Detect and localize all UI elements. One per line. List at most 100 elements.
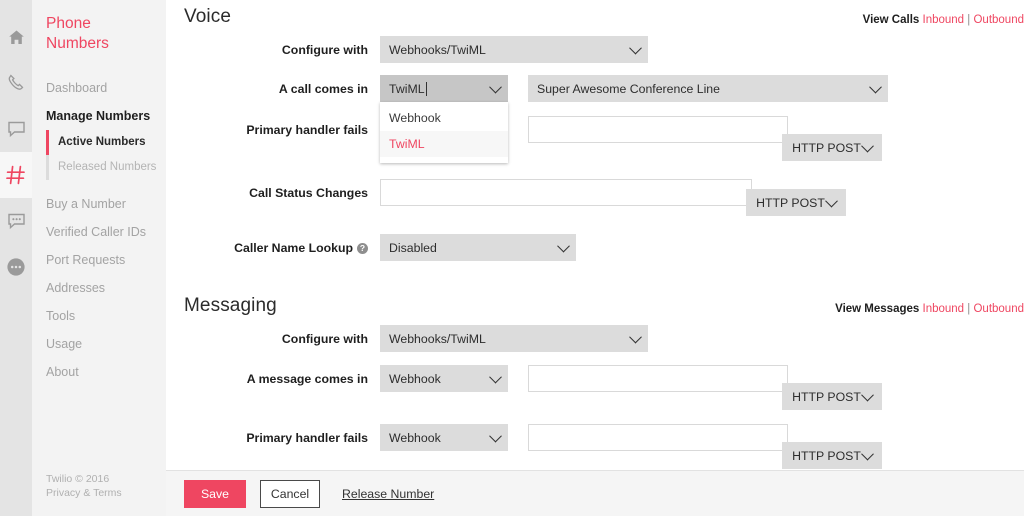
- voice-primary-handler-row: Primary handler fails Webhook HTTP POST: [184, 116, 1024, 161]
- chevron-down-icon: [557, 239, 570, 252]
- app-root: Phone Numbers Dashboard Manage Numbers A…: [0, 0, 1024, 516]
- sidebar-item-verified-caller-ids[interactable]: Verified Caller IDs: [46, 218, 166, 246]
- messaging-message-comes-in-label: A message comes in: [246, 372, 368, 386]
- messaging-primary-handler-row: Primary handler fails Webhook HTTP POST: [184, 424, 1024, 469]
- messaging-message-method-value: HTTP POST: [792, 389, 861, 404]
- voice-primary-handler-method-select[interactable]: HTTP POST: [782, 134, 882, 161]
- nav-divider: [46, 180, 166, 190]
- chevron-down-icon: [825, 194, 838, 207]
- chevron-down-icon: [629, 41, 642, 54]
- chevron-down-icon: [869, 80, 882, 93]
- main-content: Voice View Calls Inbound | Outbound Conf…: [166, 0, 1024, 469]
- voice-call-status-fields: HTTP POST: [380, 179, 846, 216]
- voice-call-handler-value: TwiML: [389, 81, 425, 96]
- messaging-section-header: Messaging View Messages Inbound | Outbou…: [184, 295, 1024, 317]
- messaging-configure-with-fields: Webhooks/TwiML: [380, 325, 648, 352]
- voice-cnam-label-text: Caller Name Lookup: [234, 241, 353, 255]
- voice-cnam-label: Caller Name Lookup?: [184, 234, 380, 256]
- sidebar-item-active-numbers[interactable]: Active Numbers: [46, 130, 166, 155]
- voice-inbound-link[interactable]: Inbound: [923, 14, 965, 26]
- sidebar-footer: Twilio © 2016 Privacy & Terms: [46, 472, 122, 500]
- text-cursor: [425, 81, 427, 96]
- messaging-outbound-link[interactable]: Outbound: [973, 303, 1024, 315]
- hash-icon[interactable]: [0, 152, 32, 198]
- voice-call-status-url-input[interactable]: [380, 179, 752, 206]
- messaging-view-links: View Messages Inbound | Outbound: [835, 295, 1024, 315]
- sidebar-item-about[interactable]: About: [46, 358, 166, 386]
- messaging-message-url-input[interactable]: [528, 365, 788, 392]
- sidebar-item-buy-a-number[interactable]: Buy a Number: [46, 190, 166, 218]
- privacy-terms-link[interactable]: Privacy & Terms: [46, 486, 122, 500]
- sidebar-item-manage-numbers[interactable]: Manage Numbers: [46, 102, 166, 130]
- sidebar: Phone Numbers Dashboard Manage Numbers A…: [32, 0, 166, 516]
- save-button[interactable]: Save: [184, 479, 246, 508]
- help-icon[interactable]: ?: [357, 243, 368, 254]
- messaging-configure-with-value: Webhooks/TwiML: [389, 331, 486, 346]
- sidebar-nav: Dashboard Manage Numbers Active Numbers …: [46, 74, 166, 386]
- voice-configure-with-fields: Webhooks/TwiML: [380, 36, 648, 63]
- sidebar-item-usage[interactable]: Usage: [46, 330, 166, 358]
- phone-icon[interactable]: [0, 60, 32, 106]
- voice-call-status-row: Call Status Changes HTTP POST: [184, 179, 1024, 216]
- sidebar-item-dashboard[interactable]: Dashboard: [46, 74, 166, 102]
- messaging-primary-handler-method-value: HTTP POST: [792, 448, 861, 463]
- voice-call-comes-in-label: A call comes in: [278, 82, 368, 96]
- messaging-primary-handler-value: Webhook: [389, 430, 441, 445]
- messaging-primary-handler-url-input[interactable]: [528, 424, 788, 451]
- dropdown-option-twiml[interactable]: TwiML: [380, 131, 508, 157]
- product-icon-rail: [0, 0, 32, 516]
- sidebar-title: Phone Numbers: [46, 15, 109, 52]
- messaging-message-handler-select[interactable]: Webhook: [380, 365, 508, 392]
- chevron-down-icon: [861, 447, 874, 460]
- voice-primary-handler-url-input[interactable]: [528, 116, 788, 143]
- messaging-primary-handler-select[interactable]: Webhook: [380, 424, 508, 451]
- voice-conference-line-select[interactable]: Super Awesome Conference Line: [528, 75, 888, 102]
- chevron-down-icon: [489, 429, 502, 442]
- view-messages-label: View Messages: [835, 303, 920, 315]
- voice-call-status-method-select[interactable]: HTTP POST: [746, 189, 846, 216]
- voice-configure-with-value: Webhooks/TwiML: [389, 42, 486, 57]
- home-icon[interactable]: [0, 14, 32, 60]
- messaging-message-comes-in-row: A message comes in Webhook HTTP POST: [184, 365, 1024, 410]
- voice-call-comes-in-fields: TwiML Webhook TwiML Super Awesome Confer…: [380, 75, 888, 163]
- voice-call-handler-dropdown-menu[interactable]: Webhook TwiML: [380, 102, 508, 163]
- chat-bubble-icon[interactable]: [0, 106, 32, 152]
- main-panel: Voice View Calls Inbound | Outbound Conf…: [166, 0, 1024, 516]
- voice-outbound-link[interactable]: Outbound: [973, 14, 1024, 26]
- sidebar-item-port-requests[interactable]: Port Requests: [46, 246, 166, 274]
- messaging-message-method-select[interactable]: HTTP POST: [782, 383, 882, 410]
- chevron-down-icon: [629, 330, 642, 343]
- voice-configure-with-label: Configure with: [281, 43, 368, 57]
- cancel-button[interactable]: Cancel: [260, 479, 320, 508]
- release-number-link[interactable]: Release Number: [342, 487, 434, 501]
- messaging-message-comes-in-fields: Webhook HTTP POST: [380, 365, 882, 410]
- more-dots-icon[interactable]: [0, 244, 32, 290]
- voice-call-handler-select[interactable]: TwiML: [380, 75, 508, 102]
- voice-configure-with-select[interactable]: Webhooks/TwiML: [380, 36, 648, 63]
- voice-primary-handler-label: Primary handler fails: [246, 123, 368, 137]
- voice-title: Voice: [184, 6, 231, 27]
- messaging-inbound-link[interactable]: Inbound: [923, 303, 965, 315]
- chevron-down-icon: [489, 80, 502, 93]
- dropdown-option-webhook[interactable]: Webhook: [380, 105, 508, 131]
- messaging-primary-handler-label: Primary handler fails: [246, 431, 368, 445]
- messaging-message-handler-value: Webhook: [389, 371, 441, 386]
- chevron-down-icon: [861, 388, 874, 401]
- messaging-configure-with-select[interactable]: Webhooks/TwiML: [380, 325, 648, 352]
- sidebar-item-addresses[interactable]: Addresses: [46, 274, 166, 302]
- voice-link-separator: |: [967, 14, 971, 26]
- messaging-primary-handler-method-select[interactable]: HTTP POST: [782, 442, 882, 469]
- messaging-icon[interactable]: [0, 198, 32, 244]
- voice-cnam-row: Caller Name Lookup? Disabled: [184, 234, 1024, 261]
- voice-cnam-value: Disabled: [389, 240, 437, 255]
- voice-conference-line-value: Super Awesome Conference Line: [537, 81, 720, 96]
- voice-cnam-select[interactable]: Disabled: [380, 234, 576, 261]
- sidebar-item-tools[interactable]: Tools: [46, 302, 166, 330]
- messaging-title: Messaging: [184, 295, 277, 316]
- sidebar-item-released-numbers[interactable]: Released Numbers: [46, 155, 166, 180]
- view-calls-label: View Calls: [862, 14, 920, 26]
- messaging-primary-handler-fields: Webhook HTTP POST: [380, 424, 882, 469]
- form-action-bar: Save Cancel Release Number: [166, 470, 1024, 516]
- copyright-text: Twilio © 2016: [46, 473, 110, 485]
